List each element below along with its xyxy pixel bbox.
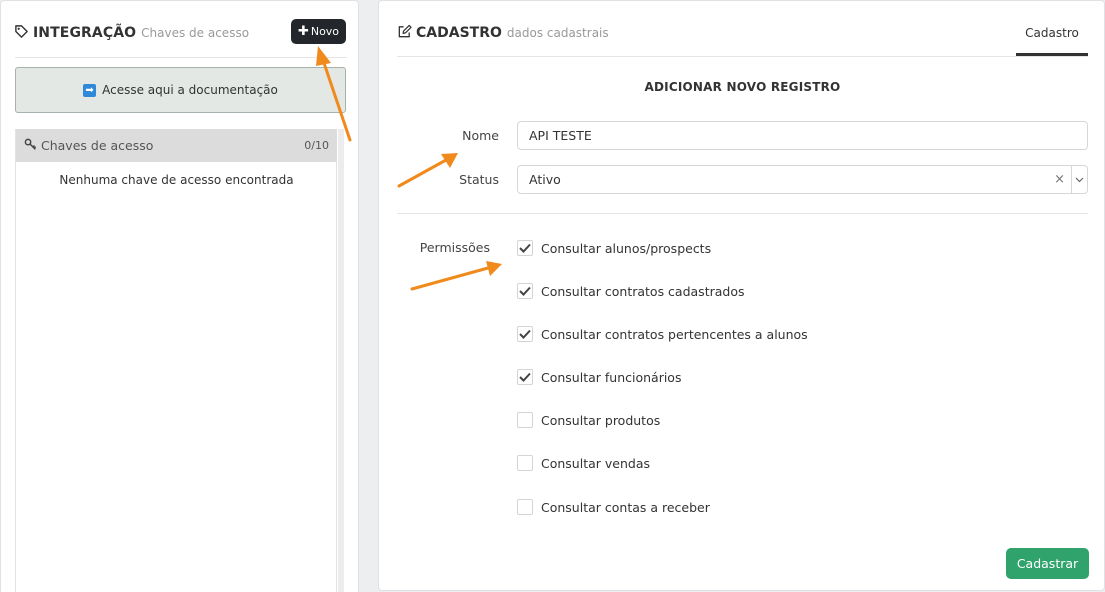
permission-item[interactable]: Consultar funcionários bbox=[517, 368, 681, 386]
form-title: ADICIONAR NOVO REGISTRO bbox=[644, 80, 841, 94]
permission-label: Consultar contratos cadastrados bbox=[541, 283, 745, 299]
checkmark-icon bbox=[519, 372, 531, 382]
integration-header: INTEGRAÇÃO Chaves de acesso bbox=[14, 21, 249, 45]
access-keys-header: Chaves de acesso 0/10 bbox=[16, 129, 337, 162]
checkbox-unchecked[interactable] bbox=[517, 455, 533, 471]
register-subtitle: dados cadastrais bbox=[506, 26, 609, 40]
divider bbox=[397, 213, 1088, 214]
name-input[interactable]: API TESTE bbox=[517, 121, 1088, 150]
scrollbar[interactable] bbox=[338, 129, 344, 592]
documentation-button[interactable]: ➡ Acesse aqui a documentação bbox=[15, 67, 346, 113]
permission-item[interactable]: Consultar contas a receber bbox=[517, 498, 710, 516]
integration-title: INTEGRAÇÃO bbox=[33, 25, 137, 41]
permissions-label: Permissões bbox=[419, 240, 490, 255]
access-keys-count: 0/10 bbox=[304, 139, 329, 152]
checkmark-icon bbox=[519, 286, 531, 296]
permission-label: Consultar funcionários bbox=[541, 369, 682, 385]
register-title: CADASTRO bbox=[416, 25, 502, 41]
permission-item[interactable]: Consultar vendas bbox=[517, 454, 650, 472]
new-button-label: Novo bbox=[310, 25, 340, 38]
status-label: Status bbox=[459, 172, 499, 187]
edit-icon bbox=[397, 24, 412, 43]
checkbox-checked[interactable] bbox=[517, 283, 533, 299]
checkbox-unchecked[interactable] bbox=[517, 499, 533, 515]
checkbox-unchecked[interactable] bbox=[517, 412, 533, 428]
key-icon bbox=[24, 138, 37, 154]
checkbox-checked[interactable] bbox=[517, 369, 533, 385]
empty-message: Nenhuma chave de acesso encontrada bbox=[59, 173, 294, 187]
integration-panel: INTEGRAÇÃO Chaves de acesso ✚ Novo ➡ Ace… bbox=[0, 0, 359, 592]
tab-cadastro[interactable]: Cadastro bbox=[1016, 19, 1088, 56]
permission-label: Consultar alunos/prospects bbox=[541, 240, 712, 256]
status-select-value: Ativo bbox=[529, 172, 561, 187]
arrow-right-icon: ➡ bbox=[83, 83, 97, 97]
clear-icon[interactable]: × bbox=[1054, 172, 1065, 187]
permission-item[interactable]: Consultar contratos cadastrados bbox=[517, 282, 745, 300]
tag-icon bbox=[14, 24, 29, 43]
register-header: CADASTRO dados cadastrais bbox=[397, 21, 609, 45]
divider bbox=[15, 57, 347, 58]
name-input-value: API TESTE bbox=[529, 128, 592, 143]
access-keys-list: Chaves de acesso 0/10 Nenhuma chave de a… bbox=[15, 129, 337, 592]
permission-label: Consultar vendas bbox=[541, 455, 650, 471]
checkmark-icon bbox=[519, 329, 531, 339]
permission-label: Consultar produtos bbox=[541, 412, 661, 428]
new-button[interactable]: ✚ Novo bbox=[291, 19, 346, 44]
permission-item[interactable]: Consultar alunos/prospects bbox=[517, 239, 711, 257]
permission-label: Consultar contratos pertencentes a aluno… bbox=[541, 326, 808, 342]
checkbox-checked[interactable] bbox=[517, 240, 533, 256]
checkmark-icon bbox=[519, 243, 531, 253]
permission-label: Consultar contas a receber bbox=[541, 499, 710, 515]
register-panel: CADASTRO dados cadastrais Cadastro ADICI… bbox=[378, 0, 1105, 591]
status-select[interactable]: Ativo × bbox=[517, 165, 1088, 194]
name-label: Nome bbox=[462, 128, 499, 143]
divider bbox=[397, 56, 1088, 57]
integration-subtitle: Chaves de acesso bbox=[141, 26, 250, 40]
chevron-down-icon[interactable] bbox=[1071, 166, 1087, 193]
submit-button[interactable]: Cadastrar bbox=[1006, 548, 1089, 579]
plus-icon: ✚ bbox=[297, 24, 309, 39]
access-keys-title: Chaves de acesso bbox=[41, 138, 154, 153]
documentation-button-label: Acesse aqui a documentação bbox=[102, 83, 278, 97]
checkbox-checked[interactable] bbox=[517, 326, 533, 342]
permission-item[interactable]: Consultar produtos bbox=[517, 411, 660, 429]
permission-item[interactable]: Consultar contratos pertencentes a aluno… bbox=[517, 325, 808, 343]
